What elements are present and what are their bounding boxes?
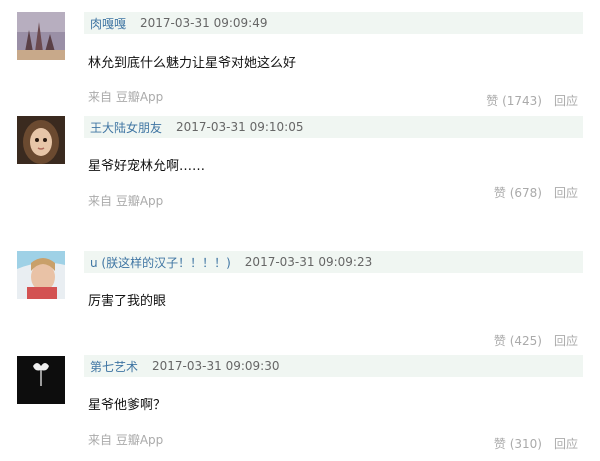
comment-timestamp: 2017-03-31 09:10:05 — [176, 120, 304, 134]
comment-timestamp: 2017-03-31 09:09:49 — [140, 16, 268, 30]
source-prefix: 来自 — [88, 433, 113, 447]
avatar[interactable] — [17, 356, 65, 404]
source-prefix: 来自 — [88, 90, 113, 104]
like-button[interactable]: 赞 (1743) — [486, 92, 542, 109]
source-app-link[interactable]: 豆瓣App — [116, 194, 163, 208]
comment-header: 王大陆女朋友 2017-03-31 09:10:05 — [84, 116, 583, 138]
reply-button[interactable]: 回应 — [554, 184, 578, 201]
reply-button[interactable]: 回应 — [554, 435, 578, 452]
avatar[interactable] — [17, 12, 65, 60]
username-link[interactable]: 肉嘎嘎 — [90, 15, 126, 32]
source-app-link[interactable]: 豆瓣App — [116, 90, 163, 104]
username-link[interactable]: u (朕这样的汉子！！！！) — [90, 254, 231, 271]
like-button[interactable]: 赞 (678) — [494, 184, 542, 201]
comment-header: 肉嘎嘎 2017-03-31 09:09:49 — [84, 12, 583, 34]
username-link[interactable]: 王大陆女朋友 — [90, 119, 162, 136]
comment-header: 第七艺术 2017-03-31 09:09:30 — [84, 355, 583, 377]
comment-actions: 赞 (678) 回应 — [494, 184, 578, 201]
like-button[interactable]: 赞 (425) — [494, 332, 542, 349]
comment-header: u (朕这样的汉子！！！！) 2017-03-31 09:09:23 — [84, 251, 583, 273]
comment-text: 林允到底什么魅力让星爷对她这么好 — [88, 56, 297, 71]
like-button[interactable]: 赞 (310) — [494, 435, 542, 452]
comment-actions: 赞 (310) 回应 — [494, 435, 578, 452]
comment-source: 来自 豆瓣App — [88, 192, 163, 209]
source-app-link[interactable]: 豆瓣App — [116, 433, 163, 447]
comment-text: 星爷他爹啊？ — [88, 398, 167, 413]
comment-source: 来自 豆瓣App — [88, 88, 163, 105]
comment-text: 星爷好宠林允啊…… — [88, 159, 206, 174]
source-prefix: 来自 — [88, 194, 113, 208]
comment-timestamp: 2017-03-31 09:09:30 — [152, 359, 280, 373]
comment-source: 来自 豆瓣App — [88, 431, 163, 448]
comment-timestamp: 2017-03-31 09:09:23 — [244, 255, 373, 269]
avatar[interactable] — [17, 116, 65, 164]
reply-button[interactable]: 回应 — [554, 332, 578, 349]
username-link[interactable]: 第七艺术 — [90, 358, 138, 375]
comment-actions: 赞 (425) 回应 — [494, 332, 578, 349]
comment-actions: 赞 (1743) 回应 — [486, 92, 578, 109]
avatar[interactable] — [17, 251, 65, 299]
comment-text: 厉害了我的眼 — [88, 294, 167, 309]
reply-button[interactable]: 回应 — [554, 92, 578, 109]
